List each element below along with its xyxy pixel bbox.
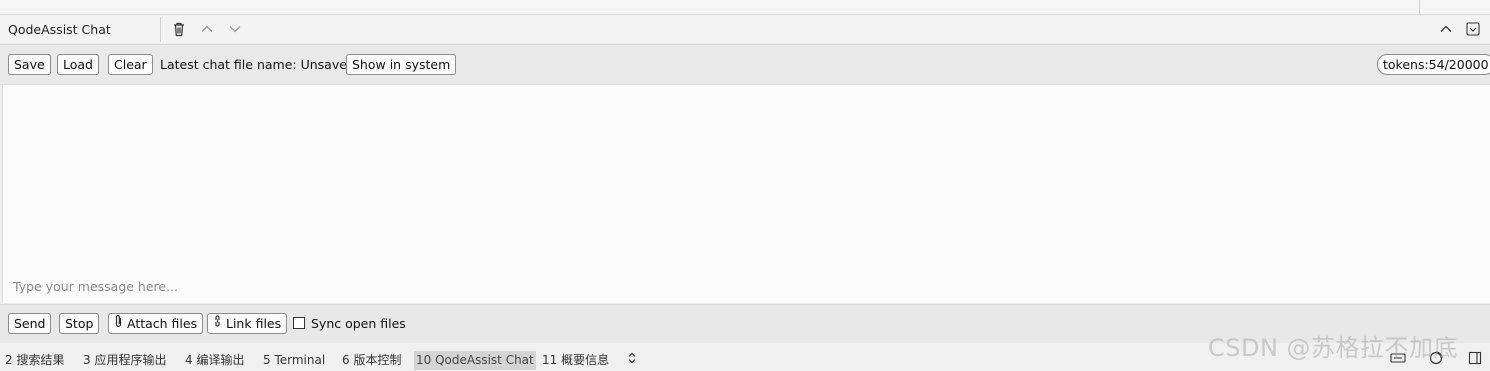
panel-title: QodeAssist Chat (8, 22, 111, 37)
message-input[interactable]: Type your message here... (13, 279, 178, 294)
send-button[interactable]: Send (8, 313, 52, 334)
up-down-arrows-icon[interactable] (626, 351, 638, 370)
tab-version-control[interactable]: 6 版本控制 (340, 351, 403, 370)
tab-application-output[interactable]: 3 应用程序输出 (81, 351, 168, 370)
minimize-icon[interactable] (1463, 19, 1483, 39)
show-in-system-label: Show in system (352, 57, 451, 72)
top-strip (0, 0, 1490, 15)
link-icon (213, 314, 222, 333)
sidebar-toggle-icon[interactable] (1466, 351, 1484, 370)
chevron-up-icon[interactable] (197, 19, 217, 39)
tab-compile-output[interactable]: 4 编译输出 (183, 351, 246, 370)
collapse-up-icon[interactable] (1436, 19, 1456, 39)
token-counter: tokens:54/20000 (1377, 54, 1490, 75)
link-files-button[interactable]: Link files (207, 313, 288, 334)
attach-files-label: Attach files (127, 316, 198, 331)
chat-history[interactable] (2, 85, 1490, 303)
sync-open-files-checkbox[interactable] (293, 317, 305, 329)
tab-qodeassist-chat[interactable]: 10 QodeAssist Chat (414, 351, 536, 370)
attach-files-button[interactable]: Attach files (108, 313, 204, 334)
load-button[interactable]: Load (57, 54, 99, 75)
chat-file-name: Latest chat file name: Unsaved (160, 57, 355, 72)
divider (1419, 0, 1420, 14)
stop-label: Stop (65, 316, 94, 331)
clear-label: Clear (114, 57, 147, 72)
stop-button[interactable]: Stop (59, 313, 100, 334)
send-label: Send (14, 316, 46, 331)
chevron-down-icon[interactable] (225, 19, 245, 39)
show-in-system-button[interactable]: Show in system (346, 54, 457, 75)
tab-terminal[interactable]: 5 Terminal (261, 351, 327, 370)
save-label: Save (14, 57, 45, 72)
panel-header: QodeAssist Chat (0, 15, 1490, 45)
chat-toolbar: Save Load Clear Latest chat file name: U… (0, 45, 1490, 85)
load-label: Load (63, 57, 93, 72)
watermark: CSDN @苏格拉不加底 (1208, 334, 1459, 362)
tab-search-results[interactable]: 2 搜索结果 (3, 351, 66, 370)
tab-general-messages[interactable]: 11 概要信息 (540, 351, 611, 370)
sync-open-files-label: Sync open files (311, 316, 406, 331)
paperclip-icon (114, 314, 123, 333)
clear-button[interactable]: Clear (108, 54, 153, 75)
header-divider (160, 17, 161, 42)
trash-icon[interactable] (169, 19, 189, 39)
link-files-label: Link files (226, 316, 282, 331)
save-button[interactable]: Save (8, 54, 51, 75)
